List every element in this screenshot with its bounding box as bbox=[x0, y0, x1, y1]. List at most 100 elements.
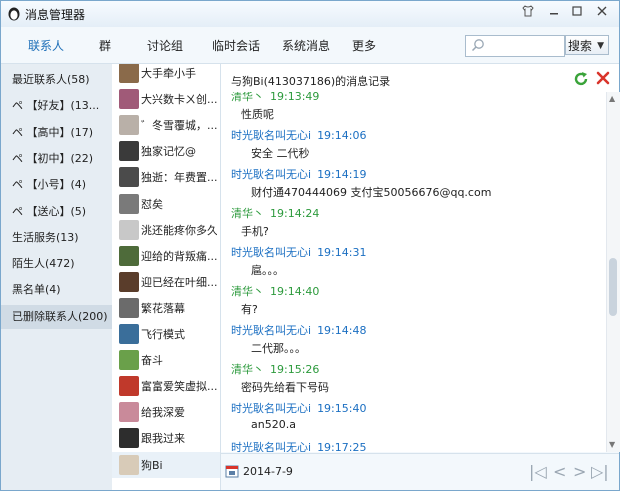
message-manager-window: 消息管理器 联系人 群 讨论组 临时会话 系统消息 更多 搜索 ▼ 最近联系人(… bbox=[0, 0, 620, 491]
last-page-icon[interactable]: ▷| bbox=[591, 462, 609, 481]
message-sender: 清华丶 bbox=[231, 207, 264, 220]
category-item[interactable]: 已删除联系人(200) bbox=[1, 304, 112, 329]
close-x-icon[interactable] bbox=[595, 70, 611, 86]
message-time: 19:15:40 bbox=[317, 402, 367, 415]
search-input[interactable] bbox=[465, 35, 565, 57]
title-bar[interactable]: 消息管理器 bbox=[1, 1, 619, 27]
minimize-button[interactable] bbox=[545, 5, 563, 21]
avatar bbox=[119, 219, 139, 240]
message-time: 19:15:26 bbox=[270, 363, 320, 376]
maximize-button[interactable] bbox=[568, 5, 586, 21]
close-window-button[interactable] bbox=[593, 5, 611, 21]
message-history: 清华丶 19:13:49 性质呢 时光耿名叫无心i 19:14:06 安全 二代秒 时光耿名… bbox=[221, 92, 606, 452]
maximize-icon bbox=[572, 6, 582, 16]
penguin-icon bbox=[8, 7, 20, 21]
refresh-icon[interactable] bbox=[573, 71, 589, 87]
message-header: 时光耿名叫无心i 19:14:19 bbox=[231, 166, 366, 182]
message-text: 密码先给看下号码 bbox=[241, 381, 329, 394]
message-time: 19:14:19 bbox=[317, 168, 367, 181]
message-header: 时光耿名叫无心i 19:15:40 bbox=[231, 400, 366, 416]
tab-discussions[interactable]: 讨论组 bbox=[147, 37, 183, 54]
avatar bbox=[119, 271, 139, 292]
avatar bbox=[119, 64, 139, 83]
category-item[interactable]: ペ 【好友】(13... bbox=[1, 94, 112, 118]
message-text: 安全 二代秒 bbox=[251, 147, 310, 160]
tab-temp-chat[interactable]: 临时会话 bbox=[212, 37, 260, 54]
contact-item[interactable]: 跟我过来 bbox=[112, 425, 220, 451]
contact-item[interactable]: 独家记忆@ bbox=[112, 138, 220, 164]
scroll-down-icon[interactable]: ▼ bbox=[609, 440, 615, 449]
minimize-icon bbox=[550, 13, 558, 15]
skin-button[interactable] bbox=[519, 5, 537, 21]
category-label: 生活服务(13) bbox=[12, 230, 79, 244]
history-footer: 2014-7-9 |◁ < > ▷| bbox=[221, 453, 619, 490]
category-label: ペ 【好友】(13... bbox=[12, 99, 100, 113]
contact-name: 富富爱笑虚拟... bbox=[141, 380, 217, 394]
category-item[interactable]: ペ 【小号】(4) bbox=[1, 173, 112, 197]
contact-item[interactable]: 狗Bi bbox=[112, 451, 220, 478]
contact-name: 狗Bi bbox=[141, 458, 163, 472]
message-header: 时光耿名叫无心i 19:14:31 bbox=[231, 244, 366, 260]
search-button[interactable]: 搜索 ▼ bbox=[565, 35, 609, 55]
contact-item[interactable]: 飞行模式 bbox=[112, 321, 220, 347]
search-button-label: 搜索 bbox=[568, 39, 593, 53]
contact-item[interactable]: 给我深爱 bbox=[112, 399, 220, 425]
category-item[interactable]: 陌生人(472) bbox=[1, 252, 112, 276]
category-item[interactable]: 生活服务(13) bbox=[1, 226, 112, 250]
category-item[interactable]: 最近联系人(58) bbox=[1, 68, 112, 92]
message-sender: 时光耿名叫无心i bbox=[231, 441, 312, 452]
contact-item[interactable]: 独逝：年费置... bbox=[112, 164, 220, 190]
tab-more[interactable]: 更多 bbox=[352, 37, 376, 54]
avatar bbox=[119, 454, 139, 475]
category-item[interactable]: ペ 【初中】(22) bbox=[1, 147, 112, 171]
search-icon bbox=[471, 39, 484, 52]
scroll-thumb[interactable] bbox=[609, 258, 617, 316]
message-sender: 清华丶 bbox=[231, 285, 264, 298]
contact-item[interactable]: ゛冬雪覆城，... bbox=[112, 112, 220, 138]
contact-name: 大兴数卡ㄨ创... bbox=[141, 93, 217, 107]
message-sender: 清华丶 bbox=[231, 363, 264, 376]
prev-page-icon[interactable]: < bbox=[553, 462, 566, 481]
contact-name: 怼矣 bbox=[141, 197, 163, 211]
message-time: 19:17:25 bbox=[317, 441, 367, 452]
contact-name: 大手牵小手 bbox=[141, 67, 196, 80]
message-time: 19:14:06 bbox=[317, 129, 367, 142]
category-label: 已删除联系人(200) bbox=[12, 309, 108, 323]
message-header: 清华丶 19:14:40 bbox=[231, 283, 319, 299]
tab-system-messages[interactable]: 系统消息 bbox=[282, 37, 330, 54]
category-item[interactable]: ペ 【高中】(17) bbox=[1, 121, 112, 145]
category-item[interactable]: 黑名单(4) bbox=[1, 278, 112, 302]
scroll-up-icon[interactable]: ▲ bbox=[609, 94, 615, 103]
contact-name: 给我深爱 bbox=[141, 406, 185, 420]
category-label: 陌生人(472) bbox=[12, 257, 75, 271]
contact-item[interactable]: 奋斗 bbox=[112, 347, 220, 373]
message-sender: 时光耿名叫无心i bbox=[231, 324, 312, 337]
category-sidebar: 最近联系人(58) ペ 【好友】(13... ペ 【高中】(17) ペ 【初中】(22… bbox=[1, 64, 112, 490]
contact-name: 洮还能疼你多久 bbox=[141, 223, 217, 237]
tab-contacts[interactable]: 联系人 bbox=[28, 37, 64, 54]
contact-item[interactable]: 大兴数卡ㄨ创... bbox=[112, 86, 220, 112]
next-page-icon[interactable]: > bbox=[573, 462, 586, 481]
contact-item[interactable]: 繁花落幕 bbox=[112, 295, 220, 321]
category-label: ペ 【送心】(5) bbox=[12, 204, 87, 218]
contact-item[interactable]: 洮还能疼你多久 bbox=[112, 217, 220, 243]
calendar-icon[interactable] bbox=[225, 464, 239, 478]
message-text: an520.a bbox=[251, 418, 296, 431]
contact-item[interactable]: 怼矣 bbox=[112, 191, 220, 217]
contact-item[interactable]: 大手牵小手 bbox=[112, 64, 220, 86]
scrollbar[interactable]: ▲ ▼ bbox=[606, 92, 620, 452]
first-page-icon[interactable]: |◁ bbox=[529, 462, 547, 481]
message-time: 19:14:48 bbox=[317, 324, 367, 337]
contact-item[interactable]: 迎给的背叛痛... bbox=[112, 243, 220, 269]
close-icon bbox=[597, 6, 607, 16]
category-item[interactable]: ペ 【送心】(5) bbox=[1, 200, 112, 224]
contact-item[interactable]: 富富爱笑虚拟... bbox=[112, 373, 220, 399]
message-text: 二代那。。。 bbox=[251, 342, 306, 355]
tab-groups[interactable]: 群 bbox=[99, 37, 111, 54]
message-sender: 时光耿名叫无心i bbox=[231, 129, 312, 142]
contact-item[interactable]: 迎已经在叶细... bbox=[112, 269, 220, 295]
shirt-icon bbox=[522, 5, 534, 17]
message-text: 有? bbox=[241, 303, 258, 316]
contact-list: 大手牵小手大兴数卡ㄨ创... ゛冬雪覆城，... 独家记忆@ 独逝：年费置... 怼矣洮… bbox=[112, 64, 221, 490]
category-label: 黑名单(4) bbox=[12, 283, 61, 297]
